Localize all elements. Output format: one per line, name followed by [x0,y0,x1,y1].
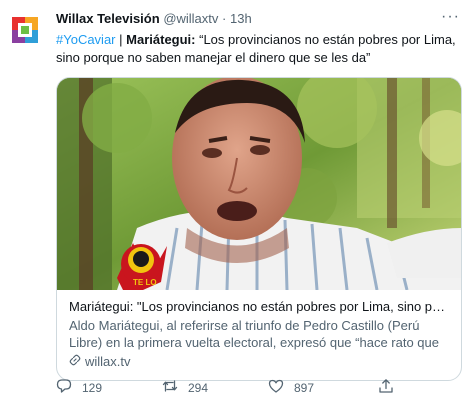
card-title[interactable]: Mariátegui: "Los provincianos no están p… [69,298,449,315]
retweet-icon [162,378,178,397]
author-handle[interactable]: @willaxtv [163,11,218,26]
text-subject: Mariátegui: [126,32,196,47]
retweet-button[interactable]: 294 [162,378,268,397]
card-domain[interactable]: willax.tv [85,353,131,370]
tweet-content: Willax Televisión @willaxtv · 13h ··· #Y… [56,8,462,381]
hashtag-link[interactable]: #YoCaviar [56,32,116,47]
more-icon[interactable]: ··· [441,8,460,26]
svg-text:TE LO: TE LO [133,278,157,287]
tweet-time[interactable]: 13h [230,11,252,26]
card-description: Aldo Mariátegui, al referirse al triunfo… [69,318,439,350]
tweet-header: Willax Televisión @willaxtv · 13h [56,10,460,28]
author-name[interactable]: Willax Televisión [56,11,160,26]
retweet-count: 294 [188,380,209,395]
action-bar: 129 294 897 [56,378,460,397]
link-icon [69,353,81,370]
link-card[interactable]: TE LO Mariátegui: "Los provincianos no e… [56,77,462,381]
willax-logo-icon[interactable] [10,15,40,45]
like-icon [268,378,284,397]
tweet[interactable]: Willax Televisión @willaxtv · 13h ··· #Y… [0,0,472,410]
share-button[interactable] [378,378,394,397]
text-quote: “Los provincianos no están pobres por Li… [56,32,456,65]
card-image[interactable]: TE LO [57,78,461,290]
reply-button[interactable]: 129 [56,378,162,397]
like-count: 897 [294,380,315,395]
reply-icon [56,378,72,397]
like-button[interactable]: 897 [268,378,378,397]
card-body[interactable]: Mariátegui: "Los provincianos no están p… [57,290,461,380]
reply-count: 129 [82,380,103,395]
card-domain-row: willax.tv [69,353,449,370]
tweet-text: #YoCaviar | Mariátegui: “Los provinciano… [56,31,460,67]
header-separator: · [222,11,227,26]
text-pipe: | [119,32,123,47]
share-icon [378,378,394,397]
